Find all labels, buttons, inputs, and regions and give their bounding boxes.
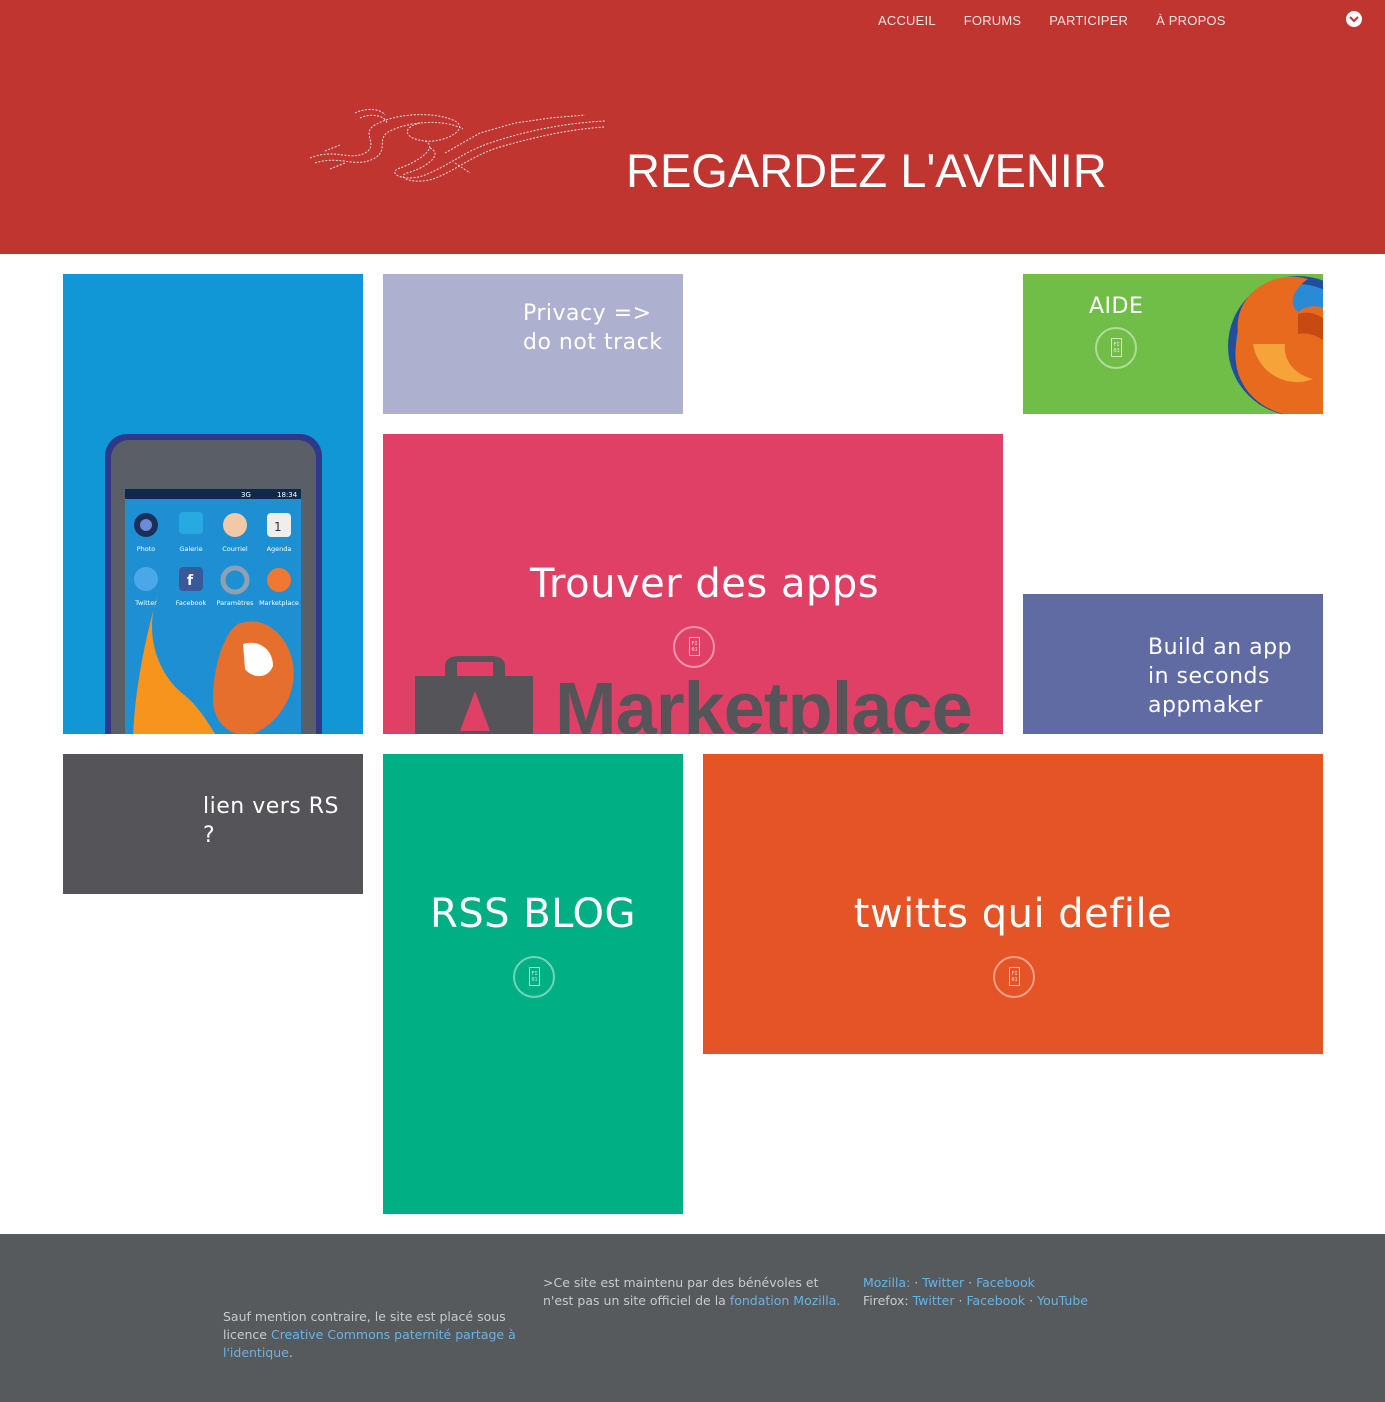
svg-text:1: 1: [274, 520, 282, 534]
status-time: 18:34: [277, 491, 298, 499]
app-label: Twitter: [134, 599, 157, 607]
app-label: Photo: [137, 545, 156, 553]
document-icon: FI 01: [673, 626, 715, 668]
firefox-facebook-link[interactable]: Facebook: [966, 1293, 1025, 1308]
app-label: Courriel: [222, 545, 248, 553]
license-text: Sauf mention contraire, le site est plac…: [223, 1309, 516, 1360]
rss-blog-tile[interactable]: RSS BLOG FI 01: [383, 754, 683, 1214]
nav-participer[interactable]: PARTICIPER: [1049, 13, 1128, 28]
phone-tile[interactable]: 3G 18:34 1 f Photo Galerie Courriel Agen…: [63, 274, 363, 734]
marketplace-logo-text: Marketplace: [555, 667, 973, 734]
rs-line1: lien vers RS: [203, 794, 340, 819]
svg-text:f: f: [187, 573, 194, 589]
firefox-twitter-link[interactable]: Twitter: [913, 1293, 955, 1308]
app-label: Paramètres: [216, 599, 254, 607]
mozilla-foundation-link[interactable]: fondation Mozilla.: [730, 1293, 841, 1308]
app-label: Galerie: [179, 545, 202, 553]
rss-title: RSS BLOG: [429, 891, 637, 937]
appmaker-tile[interactable]: Build an app in seconds appmaker: [1023, 594, 1323, 734]
document-icon: FI 01: [513, 956, 555, 998]
firefox-youtube-link[interactable]: YouTube: [1037, 1293, 1088, 1308]
document-icon: FI 01: [993, 956, 1035, 998]
twitter-feed-tile[interactable]: twitts qui defile FI 01: [703, 754, 1323, 1054]
social-links: Mozilla: · Twitter · Facebook Firefox: T…: [863, 1275, 1088, 1308]
app-label: Agenda: [267, 545, 292, 553]
marketplace-bag-icon: [415, 656, 533, 734]
document-icon: FI 03: [1095, 327, 1137, 369]
hero-title: REGARDEZ L'AVENIR: [626, 144, 1107, 197]
build-line1: Build an app: [1148, 635, 1293, 660]
aide-title: AIDE: [1089, 294, 1144, 319]
nav-a-propos[interactable]: À PROPOS: [1156, 13, 1226, 28]
site-header: ACCUEIL FORUMS PARTICIPER À PROPOS REGAR…: [0, 0, 1385, 254]
firefox-label: Firefox:: [863, 1293, 909, 1308]
chevron-down-icon[interactable]: [1346, 11, 1362, 27]
aide-tile[interactable]: AIDE FI 03: [1023, 274, 1323, 414]
apps-title: Trouver des apps: [530, 561, 880, 607]
main-nav: ACCUEIL FORUMS PARTICIPER À PROPOS: [878, 13, 1226, 28]
firefox-os-phone-image: 3G 18:34 1 f Photo Galerie Courriel Agen…: [105, 434, 322, 734]
privacy-line1: Privacy =>: [523, 301, 652, 326]
privacy-tile[interactable]: Privacy => do not track: [383, 274, 683, 414]
dragon-logo: [309, 109, 606, 182]
marketplace-tile[interactable]: Trouver des apps FI 01 Marketplace: [383, 434, 1003, 734]
mozilla-label[interactable]: Mozilla:: [863, 1275, 910, 1290]
nav-accueil[interactable]: ACCUEIL: [878, 13, 936, 28]
app-label: Facebook: [176, 599, 207, 607]
app-label: Marketplace: [259, 599, 299, 607]
rs-line2: ?: [203, 823, 216, 848]
site-footer: Sauf mention contraire, le site est plac…: [0, 1234, 1385, 1402]
build-line3: appmaker: [1148, 693, 1263, 718]
twitts-title: twitts qui defile: [853, 891, 1173, 937]
build-line2: in seconds: [1148, 664, 1270, 689]
status-network: 3G: [241, 491, 251, 499]
volunteer-text: >Ce site est maintenu par des bénévoles …: [543, 1275, 841, 1308]
mozilla-twitter-link[interactable]: Twitter: [922, 1275, 964, 1290]
firefox-logo: [1228, 276, 1323, 414]
mozilla-facebook-link[interactable]: Facebook: [976, 1275, 1035, 1290]
nav-forums[interactable]: FORUMS: [964, 13, 1022, 28]
social-links-tile[interactable]: lien vers RS ?: [63, 754, 363, 894]
privacy-line2: do not track: [523, 330, 663, 355]
